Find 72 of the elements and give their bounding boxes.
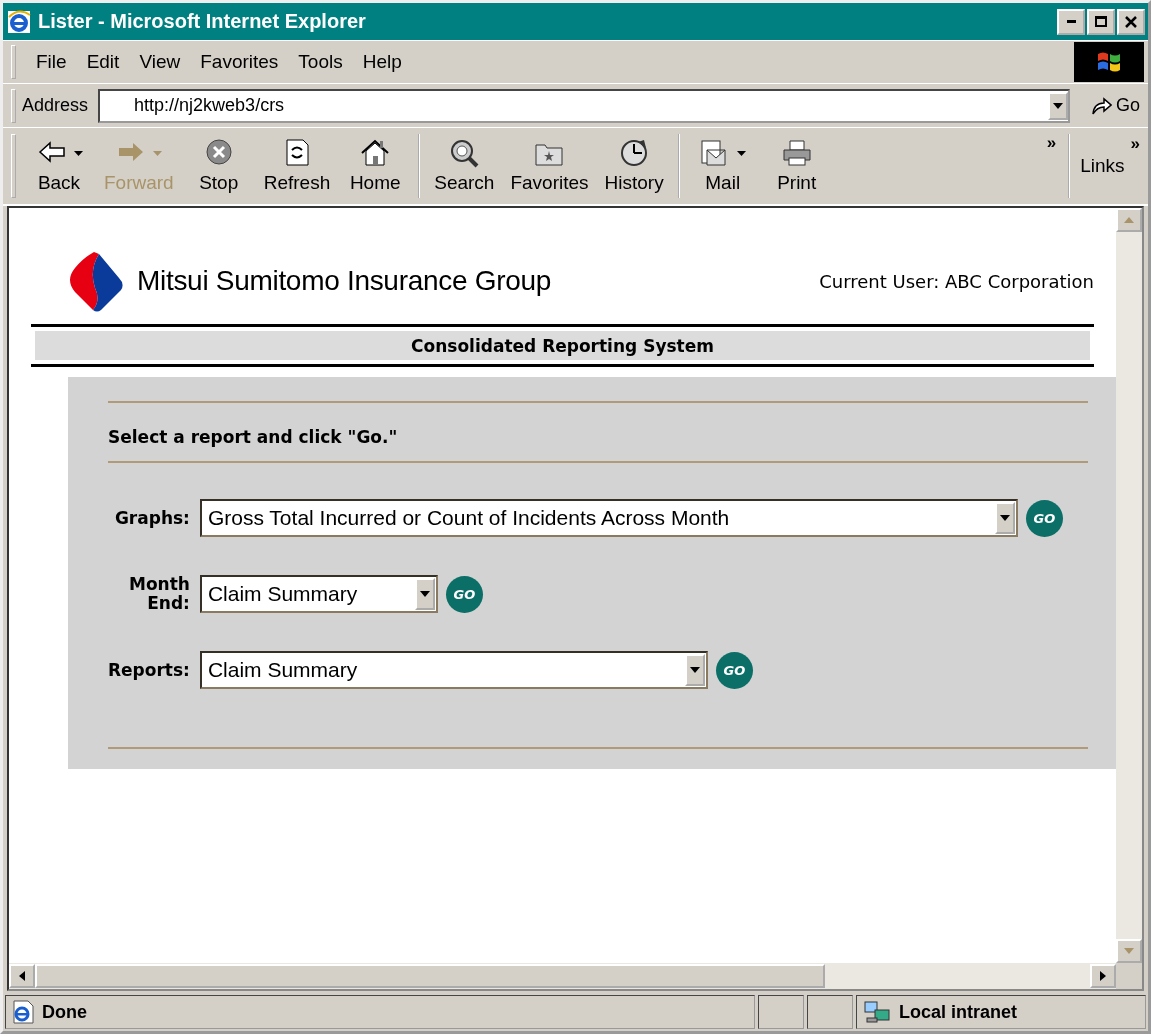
menu-item[interactable]: View (129, 47, 191, 77)
right-arrow-icon (1100, 971, 1106, 981)
scrollbar-corner (1116, 963, 1142, 989)
menu-item[interactable]: File (26, 47, 77, 77)
down-arrow-icon (1124, 948, 1134, 954)
maximize-icon (1095, 16, 1107, 27)
instruction-text: Select a report and click "Go." (108, 426, 399, 449)
go-button[interactable]: GO (715, 651, 753, 689)
up-arrow-icon (1124, 217, 1134, 223)
mail-button[interactable]: Mail (685, 136, 760, 196)
print-icon (780, 138, 813, 168)
more-button[interactable]: » (1040, 132, 1063, 154)
caret-icon (737, 150, 747, 156)
status-pane (758, 995, 804, 1029)
minimize-icon (1066, 20, 1076, 23)
zone-text: Local intranet (899, 1001, 1018, 1023)
history-button[interactable]: History (596, 136, 672, 196)
minimize-button[interactable] (1057, 8, 1085, 35)
caret-icon (999, 515, 1010, 521)
scroll-right-button[interactable] (1090, 964, 1116, 988)
arrow-icon (1090, 95, 1112, 116)
more-button[interactable]: » (1130, 134, 1140, 154)
menu-item[interactable]: Tools (288, 47, 353, 77)
address-label: Address (22, 95, 89, 116)
caret-icon (419, 591, 430, 597)
refresh-button[interactable]: Refresh (255, 136, 339, 196)
caret-icon (153, 150, 163, 156)
left-arrow-icon (19, 971, 25, 981)
field-label: Graphs: (113, 508, 190, 528)
dropdown-button[interactable] (1048, 91, 1068, 120)
report-dropdown[interactable]: Claim Summary (199, 575, 438, 613)
report-dropdown[interactable]: Claim Summary (199, 651, 708, 689)
flag-icon (1096, 50, 1122, 74)
logo-mark-icon (70, 252, 123, 312)
search-icon (448, 138, 481, 168)
page-e-icon (12, 1000, 34, 1024)
status-pane (807, 995, 853, 1029)
vertical-scrollbar[interactable] (1116, 208, 1142, 963)
menu-item[interactable]: Help (352, 47, 412, 77)
logo-text: Mitsui Sumitomo Insurance Group (137, 265, 551, 297)
network-computers-icon (863, 1000, 891, 1024)
horizontal-scrollbar[interactable] (9, 963, 1116, 989)
scroll-left-button[interactable] (9, 964, 35, 988)
go-button[interactable]: GO (1025, 499, 1063, 537)
go-button[interactable]: Go (1076, 95, 1148, 116)
search-button[interactable]: Search (426, 136, 503, 196)
scroll-up-button[interactable] (1116, 208, 1142, 232)
close-button[interactable] (1117, 8, 1145, 35)
page-banner: Consolidated Reporting System (35, 331, 1090, 360)
field-label: Reports: (108, 660, 190, 680)
print-button[interactable]: Print (759, 136, 834, 196)
stop-button[interactable]: Stop (181, 136, 256, 196)
menu-item[interactable]: Edit (76, 47, 130, 77)
scroll-thumb[interactable] (35, 964, 825, 988)
links-button[interactable]: Links (1080, 155, 1125, 177)
caret-icon (689, 667, 700, 673)
window-title: Lister - Microsoft Internet Explorer (38, 10, 367, 33)
maximize-button[interactable] (1087, 8, 1115, 35)
caret-icon (73, 150, 83, 156)
status-text: Done (42, 1001, 87, 1023)
address-field[interactable]: http://nj2kweb3/crs (98, 88, 1070, 123)
back-button[interactable]: Back (22, 136, 96, 196)
browser-e-icon (6, 8, 32, 35)
home-button[interactable]: Home (338, 136, 413, 196)
close-icon (1125, 15, 1137, 28)
field-label: Month End: (127, 575, 190, 613)
go-button[interactable]: GO (445, 575, 483, 613)
favorites-button[interactable]: Favorites (502, 136, 597, 196)
caret-icon (1053, 102, 1063, 109)
report-dropdown[interactable]: Gross Total Incurred or Count of Incidents Across Month (199, 499, 1018, 537)
current-user-text: Current User: ABC Corporation (819, 271, 1094, 294)
menu-item[interactable]: Favorites (190, 47, 289, 77)
